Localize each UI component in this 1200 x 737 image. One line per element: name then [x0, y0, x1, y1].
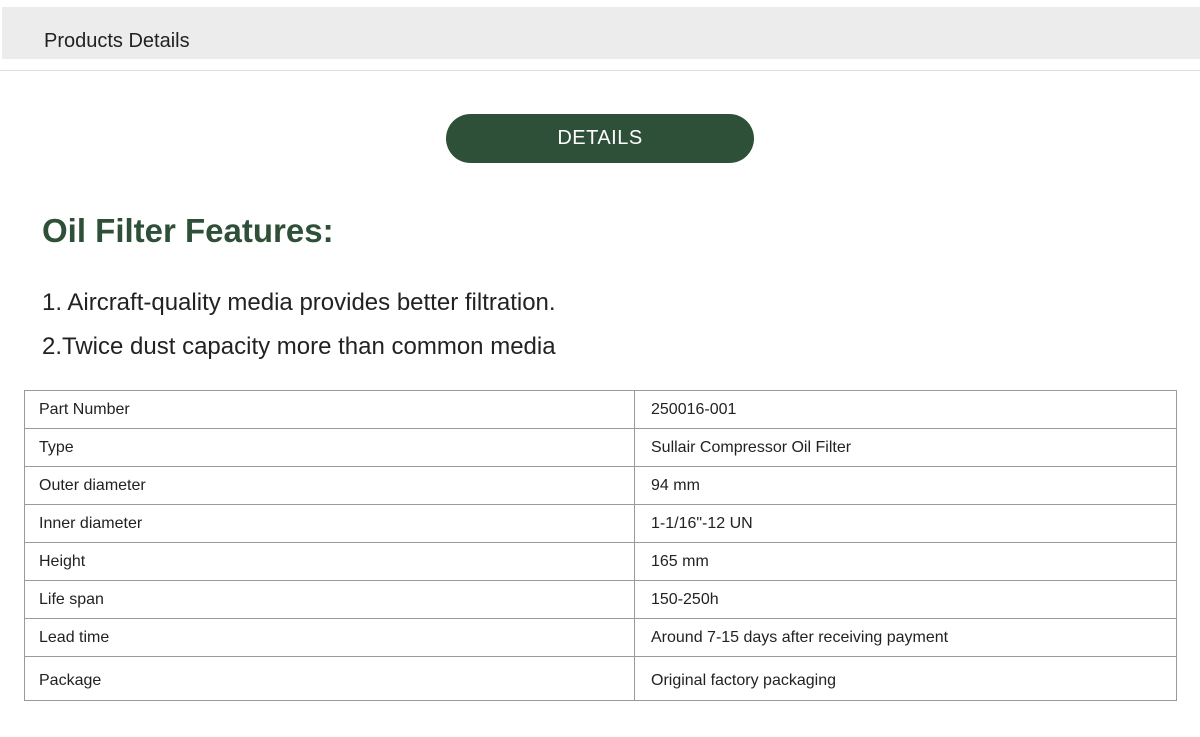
table-row: Outer diameter 94 mm	[24, 466, 1177, 505]
feature-item: 2.Twice dust capacity more than common m…	[42, 333, 556, 360]
spec-label: Type	[24, 428, 635, 467]
spec-value: Original factory packaging	[634, 656, 1177, 701]
spec-label: Lead time	[24, 618, 635, 657]
top-strip	[0, 0, 1200, 7]
spec-value: 94 mm	[634, 466, 1177, 505]
table-row: Package Original factory packaging	[24, 656, 1177, 701]
spec-value: Sullair Compressor Oil Filter	[634, 428, 1177, 467]
table-row: Lead time Around 7-15 days after receivi…	[24, 618, 1177, 657]
spec-label: Inner diameter	[24, 504, 635, 543]
spec-table: Part Number 250016-001 Type Sullair Comp…	[24, 390, 1177, 701]
table-row: Part Number 250016-001	[24, 390, 1177, 429]
spec-value: 250016-001	[634, 390, 1177, 429]
table-row: Height 165 mm	[24, 542, 1177, 581]
spec-label: Outer diameter	[24, 466, 635, 505]
features-heading: Oil Filter Features:	[42, 212, 334, 249]
spec-label: Life span	[24, 580, 635, 619]
spec-value: Around 7-15 days after receiving payment	[634, 618, 1177, 657]
details-button[interactable]: DETAILS	[446, 114, 754, 163]
spec-value: 1-1/16"-12 UN	[634, 504, 1177, 543]
feature-item: 1. Aircraft-quality media provides bette…	[42, 289, 556, 316]
header-title: Products Details	[44, 30, 190, 52]
spec-value: 165 mm	[634, 542, 1177, 581]
spec-label: Part Number	[24, 390, 635, 429]
spec-label: Package	[24, 656, 635, 701]
spec-label: Height	[24, 542, 635, 581]
table-row: Inner diameter 1-1/16"-12 UN	[24, 504, 1177, 543]
header-divider	[0, 70, 1200, 71]
table-row: Life span 150-250h	[24, 580, 1177, 619]
products-details-header: Products Details	[2, 7, 1200, 59]
spec-value: 150-250h	[634, 580, 1177, 619]
table-row: Type Sullair Compressor Oil Filter	[24, 428, 1177, 467]
